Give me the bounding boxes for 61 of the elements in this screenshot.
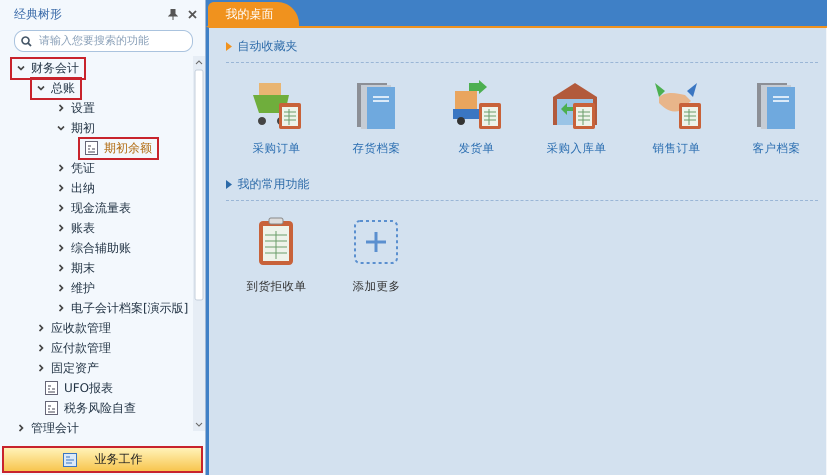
caret-icon[interactable]	[57, 204, 65, 212]
scrollbar[interactable]	[193, 56, 206, 431]
triangle-icon	[226, 42, 232, 50]
caret-icon[interactable]	[37, 344, 45, 352]
document-icon	[85, 141, 98, 155]
delivery-truck-icon[interactable]	[451, 79, 502, 131]
triangle-icon	[226, 180, 232, 188]
caret-icon[interactable]	[57, 124, 65, 132]
shortcut-label[interactable]: 客户档案	[752, 141, 800, 156]
search-box[interactable]: 请输入您要搜索的功能	[14, 30, 194, 52]
panel-title: 经典树形	[14, 6, 63, 22]
search-field[interactable]: 请输入您要搜索的功能	[37, 34, 186, 48]
caret-icon[interactable]	[57, 184, 65, 192]
search-icon	[21, 36, 32, 46]
tree-item[interactable]: 财务会计	[12, 58, 84, 78]
tree-item[interactable]: 税务风险自查	[40, 398, 141, 418]
caret-icon[interactable]	[57, 264, 65, 272]
document-icon	[45, 401, 58, 415]
tree-item[interactable]: 账表	[52, 218, 100, 238]
close-icon[interactable]	[188, 10, 198, 18]
caret-icon[interactable]	[57, 224, 65, 232]
section-title: 我的常用功能	[237, 176, 310, 192]
shortcut-label[interactable]: 销售订单	[652, 141, 700, 156]
document-icon	[45, 381, 58, 395]
caret-icon[interactable]	[17, 424, 25, 432]
tree-item[interactable]: 期末	[52, 258, 100, 278]
tree-item[interactable]: 期初余额	[80, 138, 157, 158]
shortcut-label[interactable]: 存货档案	[352, 141, 400, 156]
shortcut-label[interactable]: 采购订单	[252, 141, 300, 156]
tree-item[interactable]: 现金流量表	[52, 198, 136, 218]
caret-icon[interactable]	[57, 104, 65, 112]
tree-item[interactable]: 凭证	[52, 158, 100, 178]
pin-icon[interactable]	[168, 8, 178, 20]
shortcut-label[interactable]: 到货拒收单	[246, 279, 306, 294]
tree-item[interactable]: 应付款管理	[32, 338, 116, 358]
tree-item[interactable]: 维护	[52, 278, 100, 298]
caret-icon[interactable]	[37, 324, 45, 332]
button-label: 业务工作	[94, 451, 143, 468]
tree-item[interactable]: 固定资产	[32, 358, 104, 378]
caret-icon[interactable]	[57, 164, 65, 172]
tree-item[interactable]: 综合辅助账	[52, 238, 136, 258]
module-icon	[62, 452, 77, 466]
caret-icon[interactable]	[17, 64, 25, 72]
tree-item[interactable]: 总账	[32, 78, 80, 98]
caret-icon[interactable]	[57, 304, 65, 312]
shortcut-label[interactable]: 添加更多	[352, 279, 400, 294]
caret-icon[interactable]	[57, 244, 65, 252]
caret-icon[interactable]	[37, 364, 45, 372]
shortcut-label[interactable]: 发货单	[458, 141, 494, 156]
tree-item[interactable]: 管理会计	[12, 418, 84, 438]
section-title: 自动收藏夹	[237, 38, 298, 54]
tree-item[interactable]: UFO报表	[40, 378, 118, 398]
tree-item[interactable]: 应收款管理	[32, 318, 116, 338]
tree-item[interactable]: 出纳	[52, 178, 100, 198]
tree-item[interactable]: 期初	[52, 118, 100, 138]
tree-item[interactable]: 设置	[52, 98, 100, 118]
tree-item[interactable]: 电子会计档案[演示版]	[52, 298, 194, 318]
caret-icon[interactable]	[57, 284, 65, 292]
business-work-button[interactable]: 业务工作	[2, 446, 204, 473]
caret-icon[interactable]	[37, 84, 45, 92]
shortcut-label[interactable]: 采购入库单	[546, 141, 606, 156]
